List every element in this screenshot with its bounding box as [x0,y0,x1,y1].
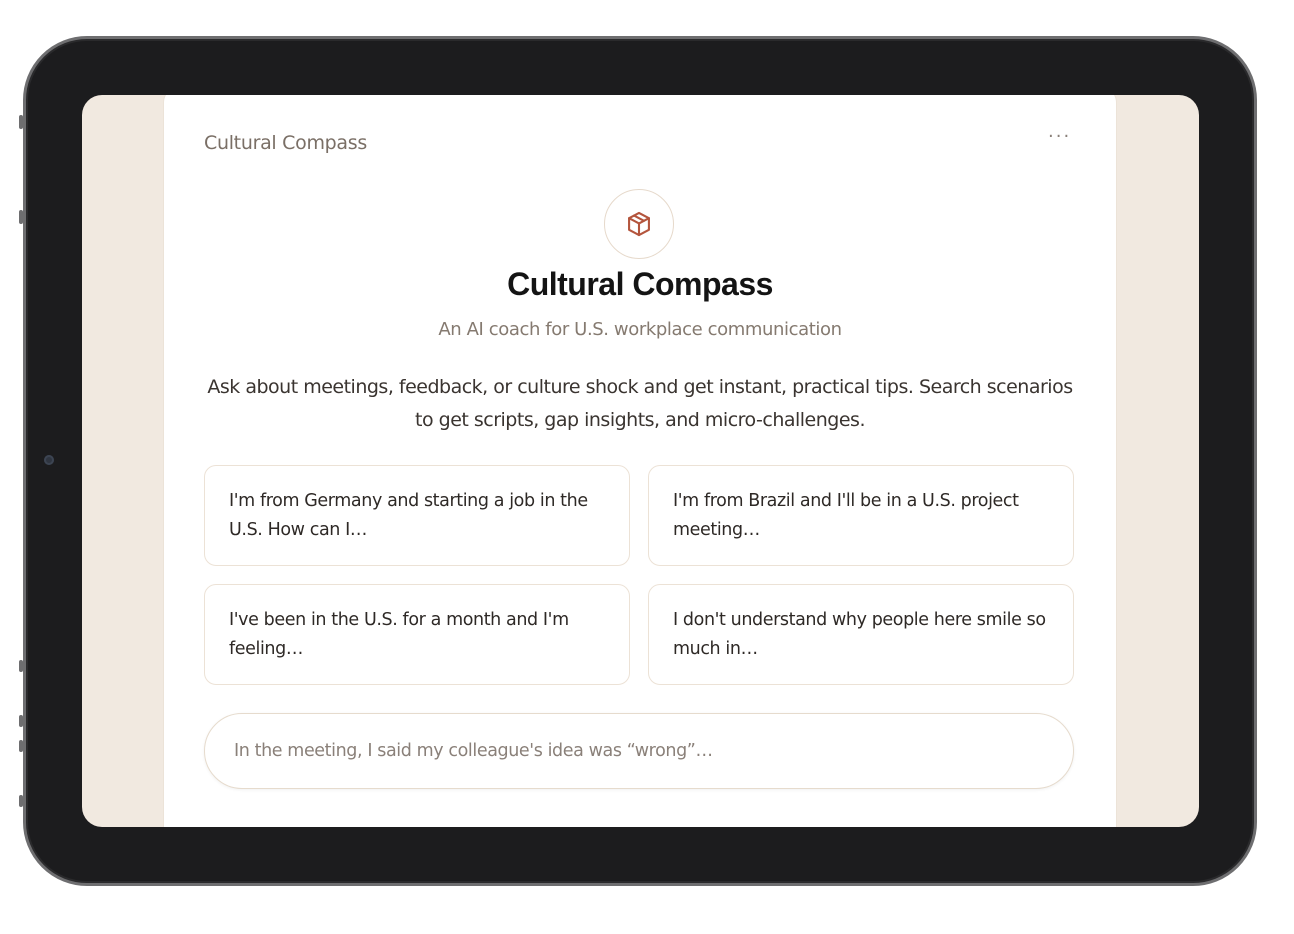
tablet-screen: Cultural Compass ··· Cultural Compass An… [82,95,1199,827]
device-mute-button [19,115,23,129]
cube-icon [628,211,650,237]
device-side-button [19,740,23,752]
page-subtitle: An AI coach for U.S. workplace communica… [438,319,842,340]
front-camera [44,455,54,465]
app-logo [604,189,674,259]
more-horizontal-icon[interactable]: ··· [1048,126,1078,147]
device-side-button [19,795,23,807]
intro-description: Ask about meetings, feedback, or culture… [207,376,1073,431]
suggestion-card[interactable]: I'm from Brazil and I'll be in a U.S. pr… [648,465,1074,566]
device-volume-up-button [19,210,23,224]
suggestion-card[interactable]: I don't understand why people here smile… [648,584,1074,685]
device-side-button [19,715,23,727]
chat-panel: Cultural Compass ··· Cultural Compass An… [163,95,1117,827]
page-title: Cultural Compass [507,266,773,302]
message-composer[interactable] [204,713,1074,789]
device-side-button [19,660,23,672]
app-header-label: Cultural Compass [204,132,367,154]
message-input[interactable] [232,740,1056,762]
suggestion-card[interactable]: I'm from Germany and starting a job in t… [204,465,630,566]
suggestion-card[interactable]: I've been in the U.S. for a month and I'… [204,584,630,685]
